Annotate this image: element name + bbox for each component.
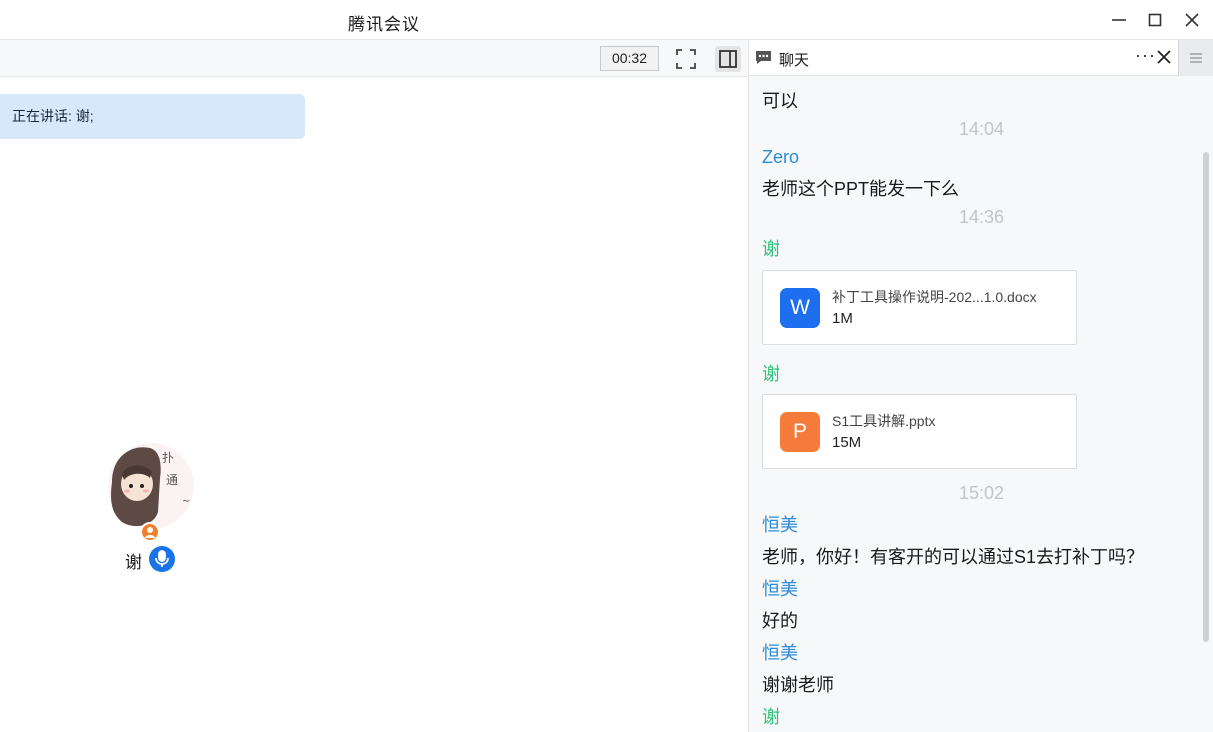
chat-sender-name[interactable]: 谢: [762, 703, 780, 729]
chat-sender-name[interactable]: 恒美: [762, 575, 798, 601]
chat-sender-name[interactable]: 谢: [762, 360, 780, 386]
maximize-icon: [1148, 13, 1162, 27]
speaking-indicator: 正在讲话: 谢;: [0, 94, 305, 139]
title-bar: 腾讯会议: [0, 0, 1213, 40]
chat-panel: 聊天 ··· 可以 14:04 Zero 老师这个PPT能发一下么 14:36 …: [748, 40, 1213, 732]
powerpoint-file-icon: P: [780, 412, 820, 452]
app-title: 腾讯会议: [348, 15, 420, 34]
chat-message-text: 老师这个PPT能发一下么: [762, 179, 960, 199]
file-name: S1工具讲解.pptx: [832, 413, 936, 429]
close-button[interactable]: [1177, 6, 1207, 34]
chat-sender-name[interactable]: 恒美: [762, 511, 798, 537]
chat-header: 聊天 ···: [749, 40, 1213, 76]
file-attachment-card[interactable]: W 补丁工具操作说明-202...1.0.docx 1M: [762, 270, 1077, 345]
menu-icon: [1190, 53, 1202, 63]
chat-scrollbar[interactable]: [1203, 152, 1209, 642]
chat-close-button[interactable]: [1154, 47, 1174, 67]
chat-message-text: 老师，你好！有客开的可以通过S1去打补丁吗？: [762, 547, 1145, 567]
more-options-button[interactable]: ···: [1135, 45, 1156, 66]
file-name: 补丁工具操作说明-202...1.0.docx: [832, 289, 1037, 305]
chat-timestamp: 14:36: [958, 207, 1005, 227]
chat-bubble-icon: [756, 51, 771, 64]
chat-message-list[interactable]: 可以 14:04 Zero 老师这个PPT能发一下么 14:36 谢 W 补丁工…: [749, 76, 1213, 732]
sidebar-toggle-button[interactable]: [715, 46, 741, 72]
file-size: 1M: [832, 310, 853, 327]
sidebar-toggle-icon: [719, 50, 737, 68]
svg-text:~: ~: [182, 496, 190, 507]
participant-avatar: 扑 通 ~: [108, 443, 194, 529]
chat-message-text: 谢谢老师: [762, 675, 834, 695]
microphone-icon[interactable]: [149, 546, 175, 572]
chat-message-text: 好的: [762, 611, 798, 631]
file-attachment-card[interactable]: P S1工具讲解.pptx 15M: [762, 394, 1077, 469]
chat-timestamp: 15:02: [958, 483, 1005, 503]
chat-timestamp: 14:04: [958, 119, 1005, 139]
chat-menu-button[interactable]: [1178, 40, 1213, 76]
chat-sender-name[interactable]: Zero: [762, 147, 799, 168]
host-badge-icon: [140, 522, 160, 542]
maximize-button[interactable]: [1140, 6, 1170, 34]
minimize-icon: [1112, 19, 1126, 21]
fullscreen-icon: [676, 49, 696, 69]
close-icon: [1157, 50, 1171, 64]
file-size: 15M: [832, 434, 862, 451]
svg-text:通: 通: [166, 473, 178, 487]
meeting-toolbar: 00:32: [0, 40, 748, 77]
meeting-timer: 00:32: [600, 46, 659, 71]
chat-sender-name[interactable]: 谢: [762, 235, 780, 261]
word-file-icon: W: [780, 288, 820, 328]
chat-message-text: 可以: [762, 91, 798, 111]
participant-name: 谢: [125, 553, 142, 572]
video-stage: 正在讲话: 谢; 扑 通 ~ 谢: [0, 77, 748, 732]
minimize-button[interactable]: [1104, 6, 1134, 34]
close-icon: [1185, 13, 1199, 27]
chat-title: 聊天: [779, 52, 810, 69]
svg-text:扑: 扑: [162, 451, 174, 465]
chat-sender-name[interactable]: 恒美: [762, 639, 798, 665]
fullscreen-button[interactable]: [673, 46, 699, 72]
